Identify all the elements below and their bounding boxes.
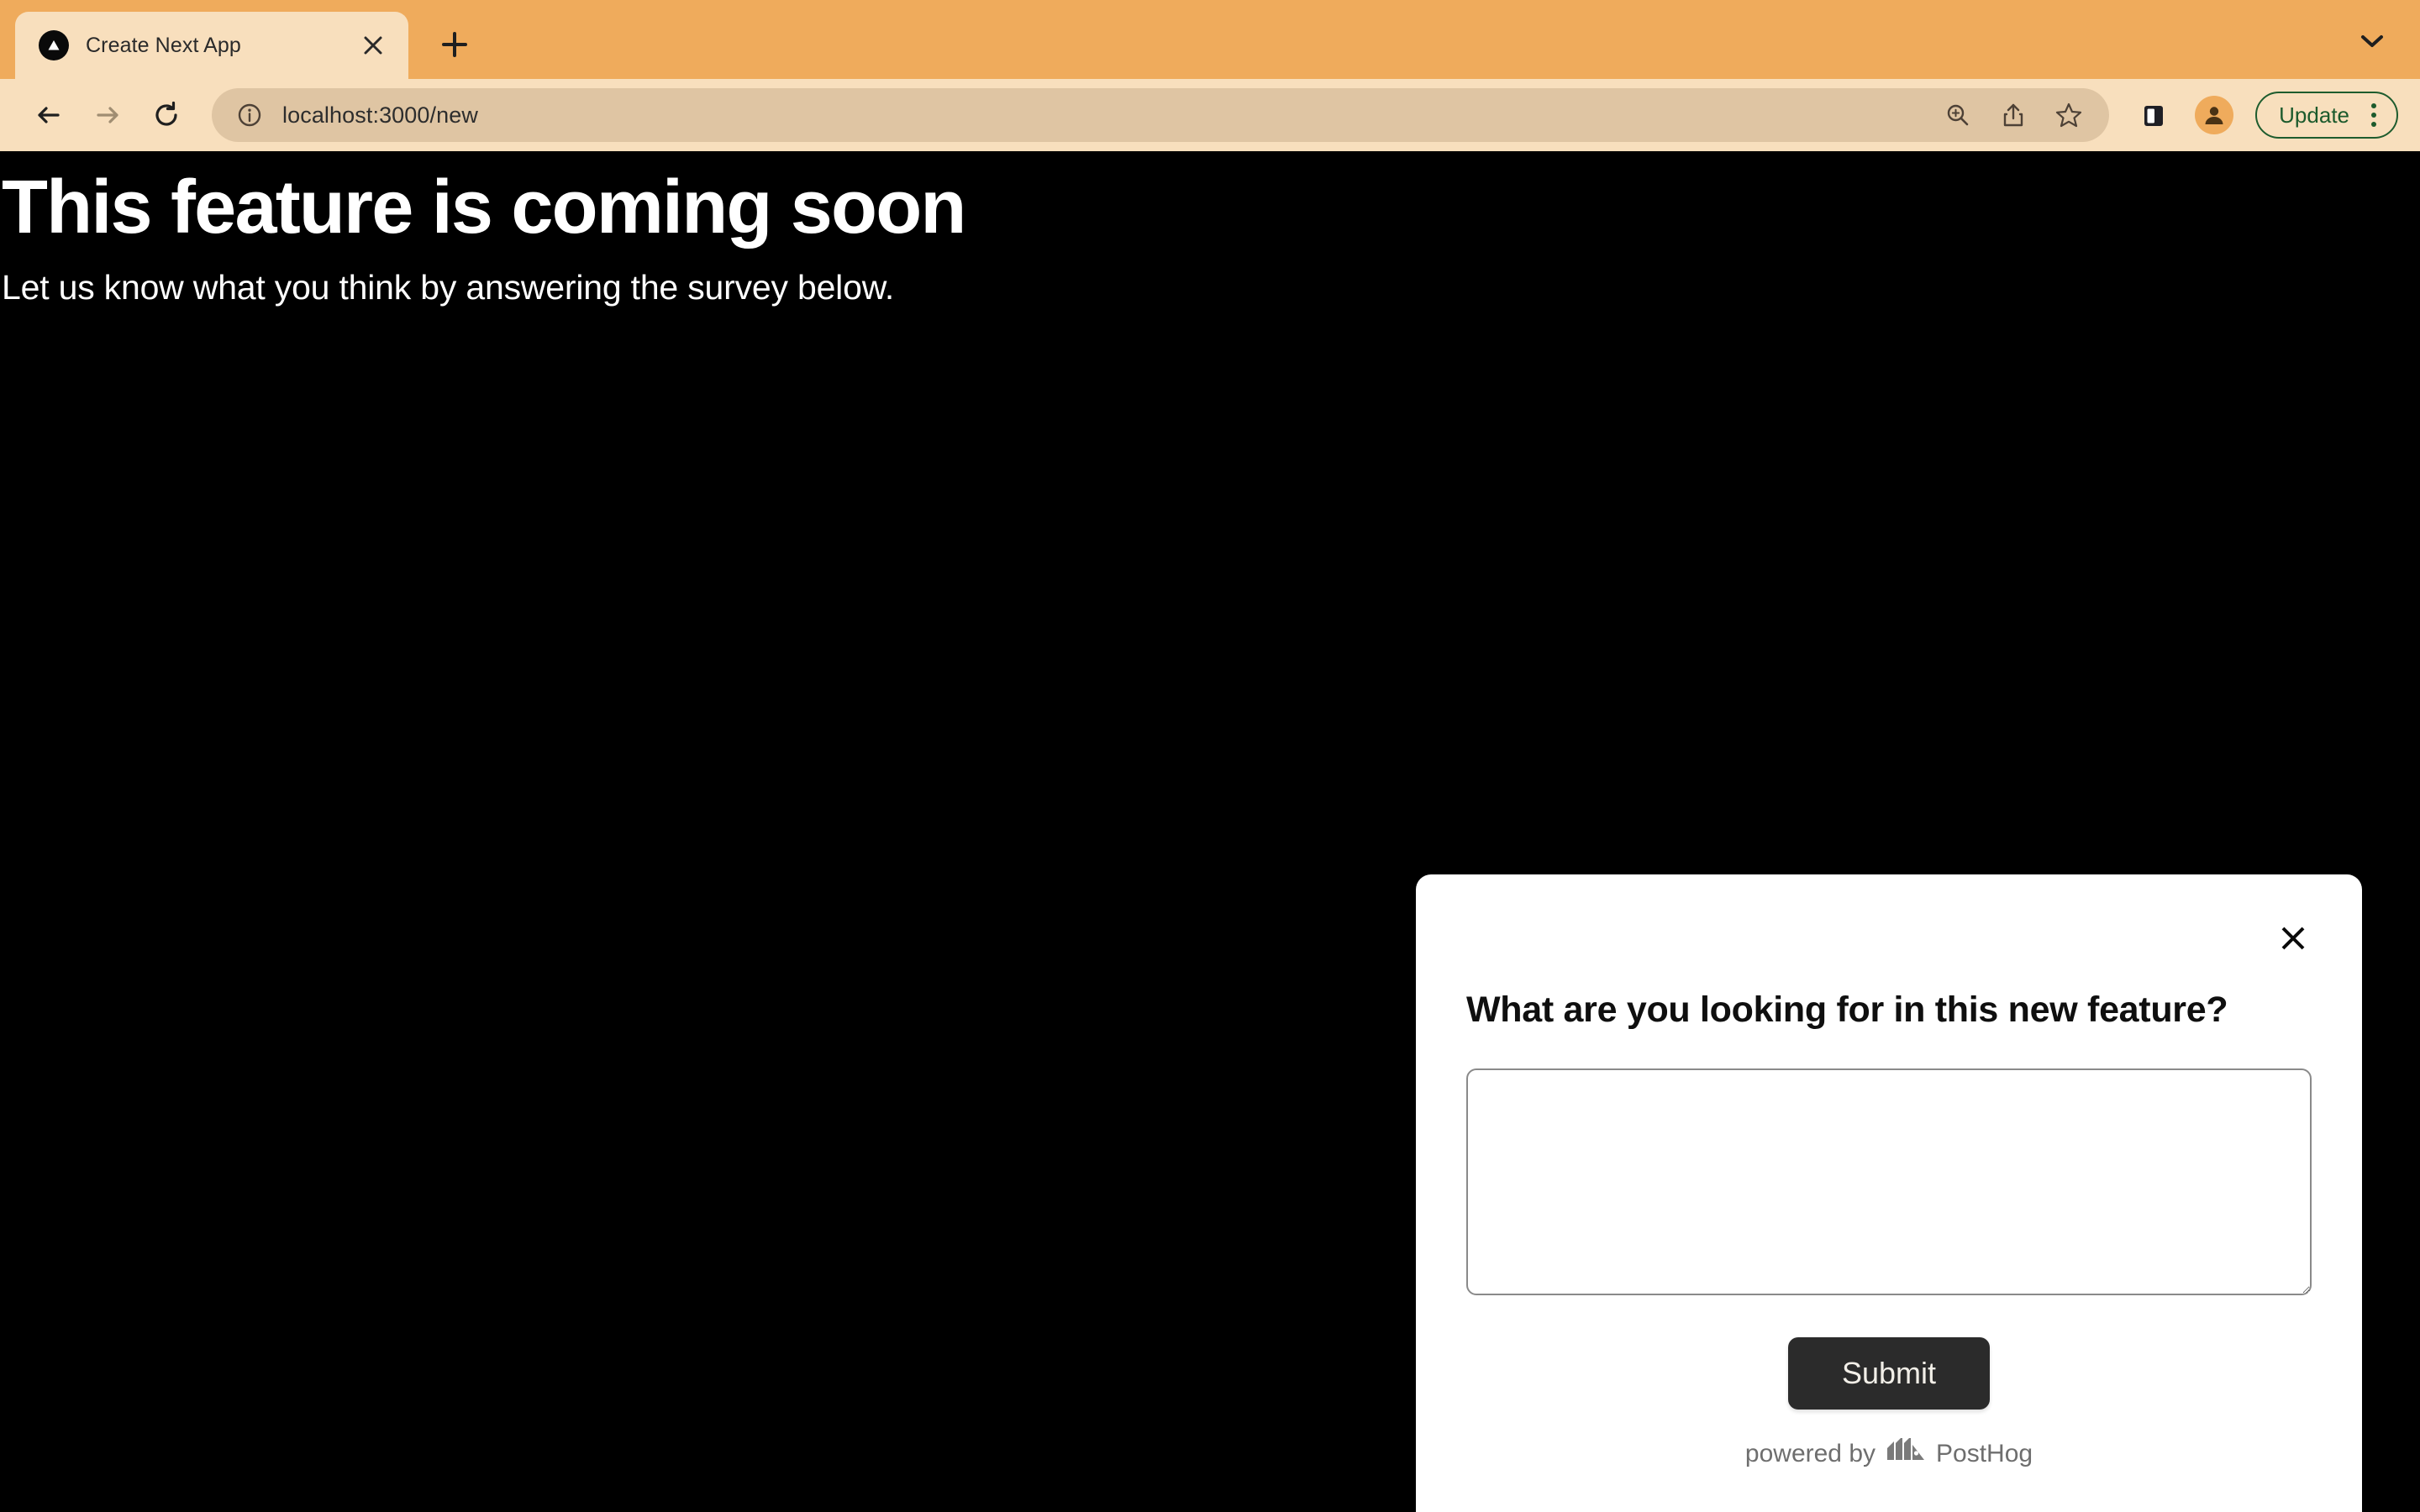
side-panel-icon[interactable] — [2134, 96, 2173, 134]
three-dot-menu-icon[interactable] — [2363, 98, 2385, 132]
page-subtitle: Let us know what you think by answering … — [2, 268, 895, 307]
posthog-logo-icon — [1887, 1436, 1925, 1470]
submit-button[interactable]: Submit — [1787, 1337, 1991, 1410]
back-arrow-icon[interactable] — [22, 88, 76, 142]
bookmark-star-icon[interactable] — [2050, 97, 2087, 134]
close-icon[interactable] — [2270, 915, 2317, 962]
survey-footer: powered by PostHog — [1744, 1436, 2033, 1470]
tab-search-chevron-down-icon[interactable] — [2353, 22, 2391, 60]
page-title: This feature is coming soon — [2, 165, 966, 249]
survey-question: What are you looking for in this new fea… — [1466, 990, 2228, 1030]
survey-response-input[interactable] — [1466, 1068, 2312, 1296]
toolbar-right-actions: Update — [2134, 92, 2398, 139]
posthog-brand-name: PostHog — [1936, 1440, 2033, 1468]
browser-chrome: Create Next App localhost:3000/new Updat… — [0, 0, 2420, 151]
powered-by-label: powered by — [1744, 1440, 1876, 1468]
zoom-in-icon[interactable] — [1939, 97, 1976, 134]
share-icon[interactable] — [1995, 97, 2032, 134]
tab-title: Create Next App — [86, 33, 241, 57]
update-button-label: Update — [2279, 102, 2349, 128]
page-content: This feature is coming soon Let us know … — [0, 151, 2420, 1512]
address-bar-actions — [1939, 97, 2087, 134]
forward-arrow-icon — [81, 88, 134, 142]
browser-toolbar: localhost:3000/new Update — [0, 79, 2420, 151]
address-bar-url: localhost:3000/new — [282, 102, 478, 128]
tab-close-icon[interactable] — [356, 29, 390, 62]
survey-popup: What are you looking for in this new fea… — [1416, 874, 2362, 1512]
browser-tab[interactable]: Create Next App — [15, 12, 408, 79]
profile-avatar-icon[interactable] — [2195, 96, 2234, 134]
site-info-icon[interactable] — [234, 99, 266, 131]
address-bar[interactable]: localhost:3000/new — [212, 88, 2110, 142]
tab-strip: Create Next App — [0, 0, 2420, 79]
update-button[interactable]: Update — [2255, 92, 2398, 139]
reload-icon[interactable] — [139, 88, 193, 142]
nextjs-logo-icon — [39, 30, 69, 60]
new-tab-button[interactable] — [425, 15, 484, 74]
